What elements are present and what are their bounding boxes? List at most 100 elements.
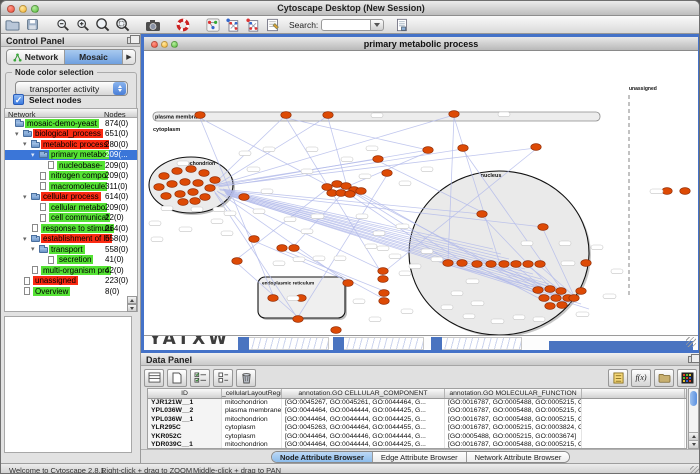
- tab-mosaic[interactable]: Mosaic: [65, 50, 123, 64]
- node[interactable]: [557, 302, 567, 309]
- node[interactable]: [193, 180, 203, 187]
- node[interactable]: [195, 112, 205, 119]
- tree-row[interactable]: ▾metabolic process280(0): [5, 139, 137, 150]
- tree-row[interactable]: macromolecule311(0): [5, 181, 137, 192]
- node[interactable]: [533, 287, 543, 294]
- tree-row[interactable]: nucleobase-209(0): [5, 160, 137, 171]
- node[interactable]: [167, 181, 177, 188]
- node[interactable]: [511, 261, 521, 268]
- node[interactable]: [239, 194, 249, 201]
- table-cell[interactable]: [GO:0005488, GO:0005215, GO:0003674]: [445, 433, 582, 441]
- node[interactable]: [379, 290, 389, 297]
- node[interactable]: [662, 188, 672, 195]
- vizmapper-a-icon[interactable]: [224, 17, 241, 33]
- background-window-fragment[interactable]: [333, 337, 424, 350]
- node[interactable]: [172, 168, 182, 175]
- node[interactable]: [343, 280, 353, 287]
- node[interactable]: [210, 177, 220, 184]
- app-resize-grip[interactable]: [690, 466, 700, 474]
- column-header[interactable]: _cellularLayoutRegion: [222, 389, 282, 398]
- tree-row[interactable]: secretion41(0): [5, 255, 137, 266]
- tab-edge-attribute-browser[interactable]: Edge Attribute Browser: [373, 452, 467, 462]
- node[interactable]: [199, 170, 209, 177]
- table-cell[interactable]: cytoplasm: [222, 433, 282, 441]
- tree-row[interactable]: unassigned223(0): [5, 276, 137, 287]
- table-cell[interactable]: [GO:0016787, GO:0005488, GO:0005215, G..…: [445, 407, 582, 415]
- tree-row[interactable]: mosaic-demo-yeast874(0): [5, 118, 137, 129]
- tab-network[interactable]: Network: [7, 50, 65, 64]
- layout-icon[interactable]: [204, 17, 221, 33]
- new-attribute-icon[interactable]: [167, 369, 187, 387]
- table-scrollbar[interactable]: [688, 388, 699, 449]
- attribute-table[interactable]: ID_cellularLayoutRegionannotation.GO CEL…: [147, 388, 687, 449]
- node[interactable]: [175, 191, 185, 198]
- help-ring-icon[interactable]: [174, 17, 191, 33]
- tree-row[interactable]: ▾establishment of lo558(0): [5, 234, 137, 245]
- table-cell[interactable]: [GO:0016787, GO:0005488, GO:0005215, G..…: [445, 416, 582, 424]
- node[interactable]: [180, 179, 190, 186]
- node[interactable]: [443, 260, 453, 267]
- table-row[interactable]: YDR039C__1mitochondrion[GO:0044464, GO:0…: [148, 441, 686, 449]
- tree-row[interactable]: Overview8(0): [5, 286, 137, 297]
- node[interactable]: [539, 295, 549, 302]
- node[interactable]: [535, 261, 545, 268]
- node[interactable]: [159, 173, 169, 180]
- edge[interactable]: [286, 118, 428, 150]
- select-attributes-icon[interactable]: [190, 369, 210, 387]
- node[interactable]: [531, 144, 541, 151]
- node[interactable]: [486, 261, 496, 268]
- vizmapper-b-icon[interactable]: [244, 17, 261, 33]
- table-cell[interactable]: [GO:0016787, GO:0005488, GO:0005215, G..…: [445, 441, 582, 449]
- table-cell[interactable]: [582, 399, 685, 407]
- node[interactable]: [356, 188, 366, 195]
- node[interactable]: [556, 288, 566, 295]
- unselect-attributes-icon[interactable]: [213, 369, 233, 387]
- table-cell[interactable]: [582, 441, 685, 449]
- save-icon[interactable]: [24, 17, 41, 33]
- node[interactable]: [581, 260, 591, 267]
- node[interactable]: [331, 327, 341, 334]
- search-dropdown-arrow[interactable]: [371, 19, 384, 31]
- table-row[interactable]: YPL036W__1mitochondrion[GO:0044464, GO:0…: [148, 416, 686, 424]
- annotation-form-icon[interactable]: [264, 17, 281, 33]
- column-header[interactable]: annotation.GO CELLULAR_COMPONENT: [282, 389, 445, 398]
- select-nodes-checkbox[interactable]: ✓: [13, 94, 24, 105]
- open-folder-icon[interactable]: [4, 17, 21, 33]
- heatmap-matrix-icon[interactable]: [677, 369, 697, 387]
- table-cell[interactable]: YLR295C: [148, 424, 222, 432]
- table-row[interactable]: YPL036W__2plasma membrane[GO:0044464, GO…: [148, 407, 686, 415]
- float-panel-icon[interactable]: [688, 356, 696, 363]
- expand-arrow-icon[interactable]: ▾: [23, 193, 27, 201]
- tree-row[interactable]: ▾cellular process614(0): [5, 192, 137, 203]
- zoom-out-icon[interactable]: [54, 17, 71, 33]
- table-cell[interactable]: YPL036W__2: [148, 407, 222, 415]
- background-window-fragment[interactable]: [431, 337, 522, 350]
- expand-arrow-icon[interactable]: ▾: [23, 140, 27, 148]
- table-cell[interactable]: [582, 433, 685, 441]
- expand-arrow-icon[interactable]: ▾: [23, 235, 27, 243]
- table-cell[interactable]: [GO:0044464, GO:0044444, GO:0044425, G..…: [282, 416, 445, 424]
- node[interactable]: [161, 193, 171, 200]
- main-title-bar[interactable]: Cytoscape Desktop (New Session): [1, 1, 700, 16]
- node[interactable]: [378, 268, 388, 275]
- scroll-down-arrow[interactable]: [689, 440, 698, 448]
- node[interactable]: [373, 156, 383, 163]
- scrollbar-thumb[interactable]: [690, 391, 697, 406]
- node[interactable]: [289, 245, 299, 252]
- attribute-table-icon[interactable]: [144, 369, 164, 387]
- table-cell[interactable]: YJR121W__1: [148, 399, 222, 407]
- table-cell[interactable]: cytoplasm: [222, 424, 282, 432]
- attribute-report-icon[interactable]: [393, 17, 410, 33]
- edge[interactable]: [294, 195, 341, 246]
- table-cell[interactable]: [GO:0044464, GO:0044446, GO:0044444, G..…: [282, 433, 445, 441]
- table-cell[interactable]: [582, 416, 685, 424]
- expand-arrow-icon[interactable]: ▾: [31, 245, 35, 253]
- table-cell[interactable]: plasma membrane: [222, 407, 282, 415]
- node[interactable]: [449, 111, 459, 118]
- expand-arrow-icon[interactable]: ▾: [15, 130, 19, 138]
- node[interactable]: [281, 112, 291, 119]
- node[interactable]: [382, 170, 392, 177]
- table-row[interactable]: YJR121W__1mitochondrion[GO:0045267, GO:0…: [148, 399, 686, 407]
- edge[interactable]: [217, 115, 454, 185]
- expand-arrow-icon[interactable]: ▾: [31, 151, 35, 159]
